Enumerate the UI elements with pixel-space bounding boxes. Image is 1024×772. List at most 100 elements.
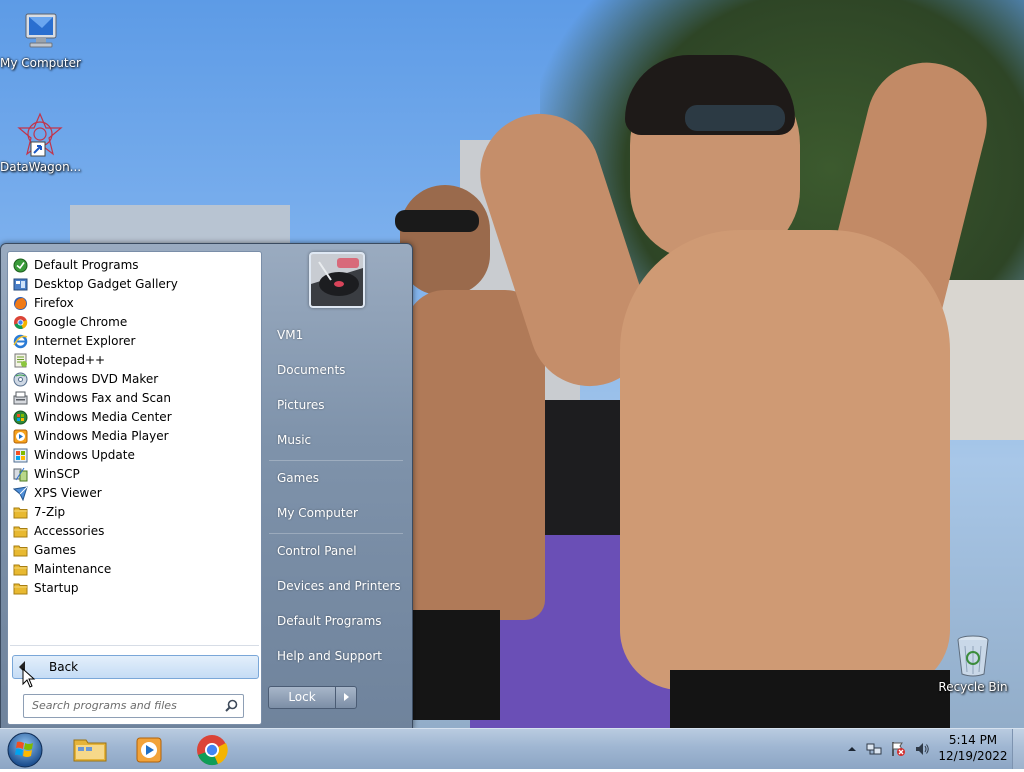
- program-label: Windows DVD Maker: [34, 372, 159, 386]
- action-center-flag-icon[interactable]: [890, 741, 906, 757]
- search-input[interactable]: [24, 695, 222, 715]
- program-label: Accessories: [34, 524, 105, 538]
- back-button[interactable]: Back: [12, 655, 259, 679]
- program-item[interactable]: Notepad++: [8, 351, 261, 370]
- desktop-icon-label: DataWagon...: [0, 160, 82, 174]
- start-right-item-music[interactable]: Music: [269, 426, 411, 454]
- shutdown-options-button[interactable]: [335, 686, 357, 709]
- user-picture[interactable]: [309, 252, 365, 308]
- program-item[interactable]: Maintenance: [8, 560, 261, 579]
- program-label: Internet Explorer: [34, 334, 136, 348]
- search-icon[interactable]: [225, 699, 238, 712]
- program-label: Notepad++: [34, 353, 106, 367]
- start-menu-programs-pane: Default Programs Desktop Gadget Gallery …: [7, 251, 262, 725]
- program-item[interactable]: Internet Explorer: [8, 332, 261, 351]
- chrome-icon: [197, 735, 228, 766]
- chevron-right-icon: [344, 693, 349, 701]
- wallpaper-figure: [395, 210, 479, 232]
- program-item[interactable]: 7-Zip: [8, 503, 261, 522]
- fax-scan-icon: [13, 391, 28, 405]
- wallpaper-figure: [685, 105, 785, 131]
- right-pane-separator: [269, 460, 403, 461]
- program-item[interactable]: XPS Viewer: [8, 484, 261, 503]
- recycle-bin-icon: [957, 635, 989, 677]
- clock[interactable]: 5:14 PM 12/19/2022: [938, 732, 1008, 764]
- start-right-item-control-panel[interactable]: Control Panel: [269, 537, 411, 565]
- program-label: Windows Fax and Scan: [34, 391, 172, 405]
- start-right-item-user[interactable]: VM1: [269, 321, 411, 349]
- folder-icon: [13, 564, 28, 576]
- media-player-icon: [13, 429, 28, 444]
- lock-button[interactable]: Lock: [268, 686, 336, 709]
- search-box[interactable]: [23, 694, 244, 718]
- program-item[interactable]: Startup: [8, 579, 261, 598]
- program-label: Google Chrome: [34, 315, 128, 329]
- wallpaper-figure: [405, 290, 545, 620]
- chrome-icon: [14, 316, 28, 329]
- program-item[interactable]: Default Programs: [8, 256, 261, 275]
- desktop-icon-my-computer[interactable]: My Computer: [0, 10, 81, 70]
- back-label: Back: [49, 660, 79, 674]
- datawagon-shortcut-icon: [17, 112, 63, 157]
- start-button[interactable]: [5, 731, 45, 769]
- program-label: WinSCP: [34, 467, 80, 481]
- folder-icon: [13, 545, 28, 557]
- program-item[interactable]: Windows Media Center: [8, 408, 261, 427]
- turntable-avatar-icon: [311, 254, 363, 306]
- start-right-item-my-computer[interactable]: My Computer: [269, 499, 411, 527]
- start-right-item-help-support[interactable]: Help and Support: [269, 642, 411, 670]
- program-label: Windows Media Player: [34, 429, 169, 443]
- program-item[interactable]: Accessories: [8, 522, 261, 541]
- program-label: Windows Update: [34, 448, 135, 462]
- media-center-icon: [13, 410, 28, 425]
- start-menu: Default Programs Desktop Gadget Gallery …: [0, 243, 413, 730]
- program-label: Startup: [34, 581, 79, 595]
- program-label: 7-Zip: [34, 505, 66, 519]
- program-item[interactable]: Windows Media Player: [8, 427, 261, 446]
- program-label: Windows Media Center: [34, 410, 172, 424]
- start-right-item-devices-printers[interactable]: Devices and Printers: [269, 572, 411, 600]
- start-right-item-games[interactable]: Games: [269, 464, 411, 492]
- desktop-icon-datawagon[interactable]: DataWagon...: [0, 112, 82, 174]
- program-label: Default Programs: [34, 258, 139, 272]
- program-label: Firefox: [34, 296, 74, 310]
- program-item[interactable]: WinSCP: [8, 465, 261, 484]
- folder-icon: [13, 507, 28, 519]
- folder-icon: [13, 526, 28, 538]
- network-icon[interactable]: [866, 741, 882, 757]
- desktop-icon-recycle-bin[interactable]: Recycle Bin: [933, 632, 1013, 694]
- wallpaper-figure: [670, 670, 950, 728]
- volume-icon[interactable]: [914, 741, 930, 757]
- program-item[interactable]: Windows Fax and Scan: [8, 389, 261, 408]
- program-item[interactable]: Desktop Gadget Gallery: [8, 275, 261, 294]
- program-item[interactable]: Firefox: [8, 294, 261, 313]
- program-label: Games: [34, 543, 76, 557]
- folder-icon: [13, 583, 28, 595]
- program-item[interactable]: Google Chrome: [8, 313, 261, 332]
- taskbar-app-explorer[interactable]: [62, 731, 118, 768]
- wallpaper-figure: [620, 230, 950, 690]
- wallpaper-figure: [400, 185, 490, 295]
- taskbar-app-media-player[interactable]: [122, 731, 178, 768]
- start-right-item-documents[interactable]: Documents: [269, 356, 411, 384]
- computer-icon: [25, 13, 57, 48]
- taskbar-app-chrome[interactable]: [184, 731, 240, 768]
- gadget-gallery-icon: [13, 278, 28, 291]
- start-right-item-pictures[interactable]: Pictures: [269, 391, 411, 419]
- clock-date: 12/19/2022: [938, 749, 1008, 763]
- right-pane-separator: [269, 533, 403, 534]
- program-label: XPS Viewer: [34, 486, 102, 500]
- show-desktop-button[interactable]: [1012, 729, 1024, 769]
- programs-list: Default Programs Desktop Gadget Gallery …: [8, 256, 261, 598]
- clock-time: 5:14 PM: [948, 733, 998, 747]
- winscp-icon: [13, 467, 28, 482]
- program-item[interactable]: Windows DVD Maker: [8, 370, 261, 389]
- program-item[interactable]: Windows Update: [8, 446, 261, 465]
- mouse-pointer-icon: [22, 668, 36, 688]
- desktop-icon-label: Recycle Bin: [938, 680, 1008, 694]
- program-item[interactable]: Games: [8, 541, 261, 560]
- program-label: Desktop Gadget Gallery: [34, 277, 178, 291]
- show-hidden-icons-icon[interactable]: [844, 741, 860, 757]
- taskbar: 5:14 PM 12/19/2022: [0, 728, 1024, 769]
- start-right-item-default-programs[interactable]: Default Programs: [269, 607, 411, 635]
